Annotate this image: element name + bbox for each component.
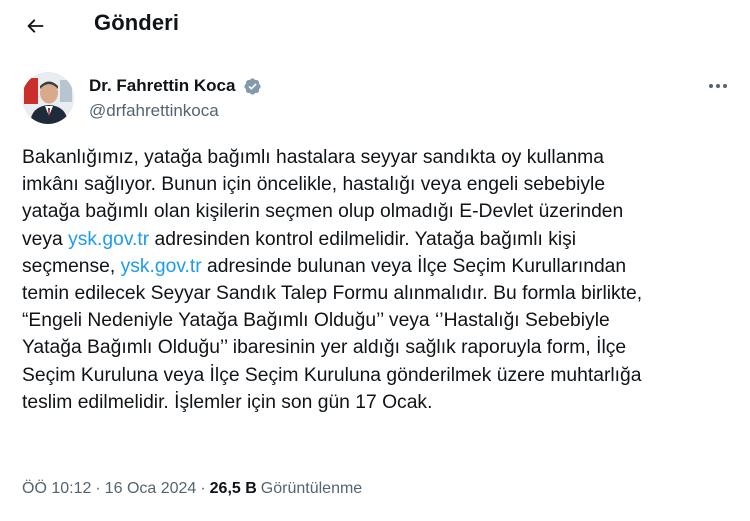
tweet-text-line: veya ysk.gov.tr adresinden kontrol edilm…: [22, 226, 734, 253]
verified-badge-icon: [244, 77, 262, 95]
tweet-text: Bakanlığımız, yatağa bağımlı hastalara s…: [22, 144, 734, 416]
views-label: Görüntülenme: [260, 480, 363, 497]
back-button[interactable]: [17, 8, 53, 44]
tweet-text-line: “Engeli Nedeniyle Yatağa Bağımlı Olduğu’…: [22, 307, 734, 334]
author-handle[interactable]: @drfahrettinkoca: [89, 101, 219, 121]
tweet-text-line: Seçim Kuruluna veya İlçe Seçim Kuruluna …: [22, 362, 734, 389]
tweet-text-line: teslim edilmelidir. İşlemler için son gü…: [22, 389, 734, 416]
tweet-text-line: yatağa bağımlı olan kişilerin seçmen olu…: [22, 198, 734, 225]
page-header: Gönderi: [0, 0, 750, 52]
tweet-text-segment: “Engeli Nedeniyle Yatağa Bağımlı Olduğu’…: [22, 310, 610, 332]
tweet-text-segment: Bakanlığımız, yatağa bağımlı hastalara s…: [22, 147, 604, 168]
tweet-meta: ÖÖ 10:12 · 16 Oca 2024 · 26,5 B Görüntül…: [22, 480, 362, 498]
tweet-text-segment: Seçim Kuruluna veya İlçe Seçim Kuruluna …: [22, 364, 642, 386]
tweet-text-segment: adresinde bulunan veya İlçe Seçim Kurull…: [201, 255, 627, 277]
more-horizontal-icon: [709, 84, 727, 88]
tweet-text-segment: adresinden kontrol edilmelidir. Yatağa b…: [149, 228, 577, 250]
tweet-text-segment: temin edilecek Seyyar Sandık Talep Formu…: [22, 283, 643, 305]
page-title: Gönderi: [94, 10, 180, 35]
tweet-text-segment: imkânı sağlıyor. Bunun için öncelikle, h…: [22, 174, 606, 196]
meta-separator: ·: [95, 480, 101, 497]
tweet-author: Dr. Fahrettin Koca @drfahrettinkoca: [22, 72, 732, 126]
tweet-text-segment: yatağa bağımlı olan kişilerin seçmen olu…: [22, 201, 624, 223]
tweet-text-segment: seçmense,: [22, 255, 121, 277]
tweet-text-segment: Yatağa Bağımlı Olduğu’’ ibaresinin yer a…: [22, 337, 627, 359]
meta-separator: ·: [200, 480, 206, 497]
tweet-text-line: temin edilecek Seyyar Sandık Talep Formu…: [22, 280, 734, 307]
tweet-link[interactable]: ysk.gov.tr: [121, 256, 202, 277]
author-name-text: Dr. Fahrettin Koca: [89, 76, 236, 95]
more-button[interactable]: [704, 76, 732, 96]
tweet-time[interactable]: ÖÖ 10:12: [22, 480, 91, 498]
avatar-image: [22, 72, 74, 124]
tweet-date[interactable]: 16 Oca 2024: [105, 480, 197, 498]
tweet-link[interactable]: ysk.gov.tr: [68, 229, 149, 250]
tweet-text-line: Yatağa Bağımlı Olduğu’’ ibaresinin yer a…: [22, 334, 734, 361]
tweet-text-line: seçmense, ysk.gov.tr adresinde bulunan v…: [22, 253, 734, 280]
tweet-text-line: imkânı sağlıyor. Bunun için öncelikle, h…: [22, 171, 734, 198]
views-count: 26,5 B: [209, 480, 257, 497]
tweet-text-segment: veya: [22, 228, 69, 250]
arrow-left-icon: [27, 19, 44, 33]
author-name[interactable]: Dr. Fahrettin Koca: [89, 76, 262, 96]
tweet-text-line: Bakanlığımız, yatağa bağımlı hastalara s…: [22, 144, 734, 171]
tweet-text-segment: teslim edilmelidir. İşlemler için son gü…: [22, 391, 433, 413]
avatar[interactable]: [22, 72, 74, 124]
